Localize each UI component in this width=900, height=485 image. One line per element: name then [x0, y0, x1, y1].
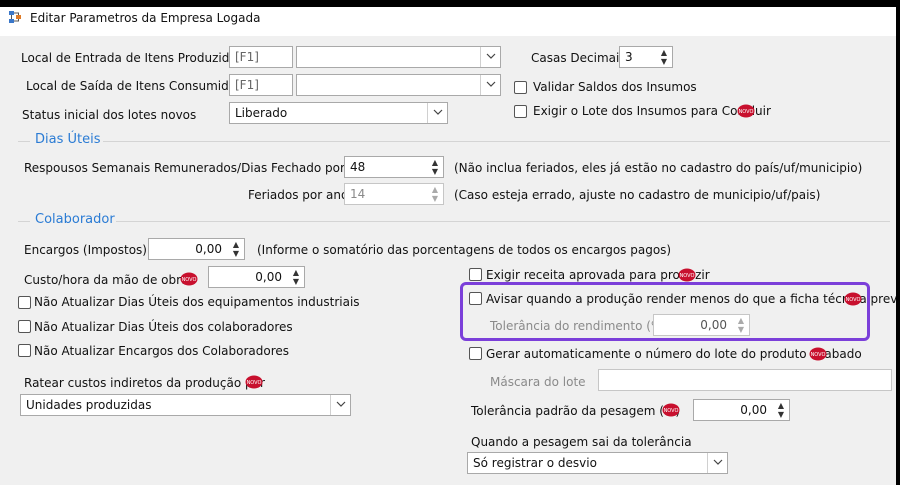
nao-dias-colab-checkbox[interactable]	[18, 320, 31, 333]
nao-encargos-checkbox[interactable]	[18, 344, 31, 357]
exigir-lote-checkbox[interactable]	[514, 105, 527, 118]
svg-text:NOVO: NOVO	[680, 273, 695, 279]
chevron-down-icon[interactable]	[480, 75, 500, 95]
quando-pesagem-label: Quando a pesagem sai da tolerância	[471, 435, 692, 449]
validar-saldos-label: Validar Saldos dos Insumos	[533, 80, 697, 94]
custo-hora-value: 0,00	[255, 270, 282, 284]
form-content: Local de Entrada de Itens Produzidos [F1…	[0, 36, 900, 485]
ratear-value: Unidades produzidas	[26, 398, 152, 412]
dialog-window: Editar Parametros da Empresa Logada Loca…	[0, 0, 900, 485]
tolerancia-rend-stepper[interactable]: 0,00 ▲ ▼	[653, 314, 750, 336]
divider	[18, 141, 30, 142]
repousos-note: (Não inclua feriados, eles já estão no c…	[454, 161, 863, 175]
status-label: Status inicial dos lotes novos	[22, 108, 197, 122]
tolerancia-rend-value: 0,00	[700, 318, 727, 332]
svg-text:NOVO: NOVO	[739, 109, 754, 115]
casas-label: Casas Decimais	[531, 51, 626, 65]
exigir-receita-label: Exigir receita aprovada para produzir	[486, 268, 710, 282]
svg-text:NOVO: NOVO	[811, 352, 826, 358]
avisar-label: Avisar quando a produção render menos do…	[486, 292, 900, 306]
quando-pesagem-select[interactable]: Só registrar o desvio	[467, 452, 728, 474]
tolerancia-pesagem-value: 0,00	[740, 403, 767, 417]
entrada-label: Local de Entrada de Itens Produzidos	[21, 51, 243, 65]
dias-uteis-title: Dias Úteis	[35, 132, 101, 147]
colaborador-title: Colaborador	[35, 212, 115, 227]
nao-dias-equip-checkbox[interactable]	[18, 296, 31, 309]
quando-pesagem-value: Só registrar o desvio	[473, 456, 597, 470]
entrada-code-field[interactable]: [F1]	[229, 46, 293, 68]
spinner-icon[interactable]: ▲ ▼	[734, 316, 748, 334]
novo-badge-icon: NOVO	[809, 347, 827, 361]
divider	[18, 221, 30, 222]
novo-badge-icon: NOVO	[245, 375, 263, 389]
novo-badge-icon: NOVO	[844, 292, 862, 306]
window-title: Editar Parametros da Empresa Logada	[30, 11, 261, 25]
svg-text:NOVO: NOVO	[182, 277, 197, 283]
exigir-receita-checkbox[interactable]	[469, 268, 482, 281]
validar-saldos-checkbox[interactable]	[514, 81, 527, 94]
casas-value: 3	[625, 50, 633, 64]
entrada-select[interactable]	[296, 46, 501, 68]
spinner-icon[interactable]: ▲ ▼	[428, 185, 442, 203]
divider	[103, 141, 890, 142]
nao-dias-colab-label: Não Atualizar Dias Úteis dos colaborador…	[34, 320, 293, 334]
svg-text:NOVO: NOVO	[846, 297, 861, 303]
nao-encargos-label: Não Atualizar Encargos dos Colaboradores	[34, 344, 290, 358]
casas-decimais-stepper[interactable]: 3 ▲ ▼	[619, 46, 673, 68]
nao-dias-equip-label: Não Atualizar Dias Úteis dos equipamento…	[34, 295, 360, 309]
right-edge	[896, 0, 900, 485]
avisar-checkbox[interactable]	[469, 292, 482, 305]
feriados-stepper[interactable]: 14 ▲ ▼	[344, 183, 444, 205]
encargos-note: (Informe o somatório das porcentagens de…	[257, 243, 672, 257]
custo-hora-stepper[interactable]: 0,00 ▲ ▼	[208, 266, 305, 288]
custo-hora-label: Custo/hora da mão de obra:	[24, 273, 193, 287]
novo-badge-icon: NOVO	[662, 403, 680, 417]
feriados-value: 14	[350, 187, 366, 201]
encargos-value: 0,00	[195, 242, 222, 256]
mascara-field[interactable]	[598, 369, 892, 391]
repousos-stepper[interactable]: 48 ▲ ▼	[344, 156, 444, 178]
exigir-lote-label: Exigir o Lote dos Insumos para Concluir	[533, 104, 771, 118]
chevron-down-icon[interactable]	[480, 47, 500, 67]
gerar-lote-label: Gerar automaticamente o número do lote d…	[486, 347, 862, 361]
novo-badge-icon: NOVO	[737, 104, 755, 118]
ratear-select[interactable]: Unidades produzidas	[20, 394, 351, 416]
saida-select[interactable]	[296, 74, 501, 96]
novo-badge-icon: NOVO	[180, 272, 198, 286]
feriados-note: (Caso esteja errado, ajuste no cadastro …	[454, 188, 821, 202]
svg-text:NOVO: NOVO	[247, 380, 262, 386]
tolerancia-pesagem-label: Tolerância padrão da pesagem (%)	[471, 404, 681, 418]
feriados-label: Feriados por ano	[248, 188, 349, 202]
mascara-label: Máscara do lote	[490, 375, 586, 389]
chevron-down-icon[interactable]	[330, 395, 350, 415]
saida-label: Local de Saída de Itens Consumidos	[26, 79, 243, 93]
repousos-label: Respousos Semanais Remunerados/Dias Fech…	[24, 161, 372, 175]
chevron-down-icon[interactable]	[707, 453, 727, 473]
chevron-down-icon[interactable]	[427, 103, 447, 123]
spinner-icon[interactable]: ▲ ▼	[229, 240, 243, 258]
spinner-icon[interactable]: ▲ ▼	[428, 158, 442, 176]
svg-text:NOVO: NOVO	[664, 408, 679, 414]
ratear-label: Ratear custos indiretos da produção por	[24, 376, 265, 390]
saida-code-field[interactable]: [F1]	[229, 74, 293, 96]
encargos-label: Encargos (Impostos)	[24, 243, 147, 257]
repousos-value: 48	[350, 160, 366, 174]
novo-badge-icon: NOVO	[678, 268, 696, 282]
status-select[interactable]: Liberado	[229, 102, 448, 124]
spinner-icon[interactable]: ▲ ▼	[289, 268, 303, 286]
tolerancia-rend-label: Tolerância do rendimento (%)	[490, 319, 668, 333]
top-edge	[0, 0, 900, 7]
app-icon	[9, 11, 21, 23]
spinner-icon[interactable]: ▲ ▼	[657, 48, 671, 66]
gerar-lote-checkbox[interactable]	[469, 347, 482, 360]
divider	[116, 221, 890, 222]
encargos-stepper[interactable]: 0,00 ▲ ▼	[148, 238, 245, 260]
tolerancia-pesagem-stepper[interactable]: 0,00 ▲ ▼	[693, 399, 790, 421]
spinner-icon[interactable]: ▲ ▼	[774, 401, 788, 419]
status-value: Liberado	[235, 106, 288, 120]
